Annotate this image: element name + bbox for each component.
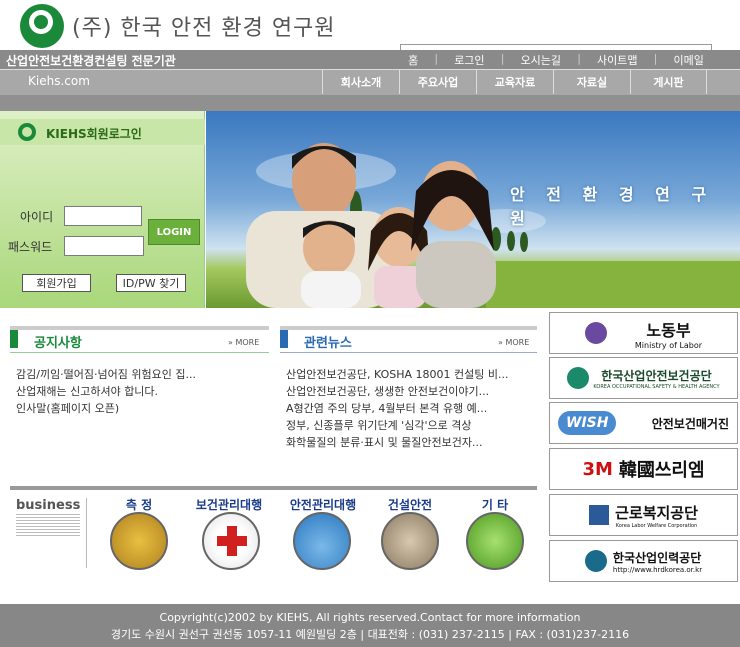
divider bbox=[86, 498, 87, 568]
divider: | bbox=[653, 52, 658, 65]
news-more-link[interactable]: » MORE bbox=[498, 338, 529, 347]
notice-item[interactable]: 산업재해는 신고하셔야 합니다. bbox=[16, 383, 158, 399]
divider: | bbox=[577, 52, 581, 65]
business-etc-label[interactable]: 기 타 bbox=[450, 496, 540, 513]
safety-helmet-icon[interactable] bbox=[293, 512, 351, 570]
util-nav: 홈 | 로그인 | 오시는길 | 사이트맵 | 이메일 bbox=[400, 52, 712, 68]
notice-top-line bbox=[10, 326, 269, 330]
ministry-logo-icon bbox=[584, 322, 607, 344]
tagline: 산업안전보건환경컨설팅 전문기관 bbox=[6, 54, 176, 68]
banner-subtitle: http://www.hrdkorea.or.kr bbox=[612, 565, 703, 574]
news-item[interactable]: A형간염 주의 당부, 4월부터 본격 유행 예... bbox=[286, 400, 487, 416]
logo-icon[interactable] bbox=[20, 4, 64, 48]
notice-item[interactable]: 인사말(홈페이지 오픈) bbox=[16, 400, 119, 416]
pw-input[interactable] bbox=[64, 236, 144, 256]
util-nav-directions[interactable]: 오시는길 bbox=[521, 52, 561, 68]
news-title: 관련뉴스 bbox=[304, 336, 352, 351]
banner-subtitle: KOREA OCCUPATIONAL SAFETY & HEALTH AGENC… bbox=[593, 383, 720, 390]
join-button[interactable]: 회원가입 bbox=[22, 274, 91, 292]
hrdkorea-logo-icon bbox=[584, 550, 607, 572]
divider: | bbox=[500, 52, 505, 65]
measure-icon[interactable] bbox=[110, 512, 168, 570]
banner-title: 한국산업안전보건공단 bbox=[601, 368, 712, 383]
news-top-line bbox=[280, 326, 537, 330]
health-cross-icon[interactable] bbox=[202, 512, 260, 570]
site-name: Kiehs.com bbox=[28, 74, 90, 88]
banner-title: 노동부 bbox=[646, 320, 691, 340]
nav-about[interactable]: 회사소개 bbox=[322, 70, 399, 94]
nav-board[interactable]: 게시판 bbox=[630, 70, 707, 94]
id-label: 아이디 bbox=[20, 210, 54, 224]
kosha-logo-icon bbox=[567, 367, 590, 389]
notice-underline bbox=[10, 352, 269, 353]
news-underline bbox=[280, 352, 537, 353]
banner-subtitle: Korea Labor Welfare Corporation bbox=[615, 522, 698, 529]
footer-address: 경기도 수원시 권선구 권선동 1057-11 예원빌딩 2층 | 대표전화 :… bbox=[110, 628, 630, 641]
banner-subtitle: 3M bbox=[582, 458, 613, 480]
kcomwel-logo-icon bbox=[589, 505, 610, 525]
news-item[interactable]: 화학물질의 분류·표시 및 물질안전보건자... bbox=[286, 434, 483, 450]
nav-business[interactable]: 주요사업 bbox=[399, 70, 476, 94]
notice-title: 공지사항 bbox=[34, 336, 82, 351]
nav-library[interactable]: 자료실 bbox=[553, 70, 630, 94]
notice-more-link[interactable]: » MORE bbox=[228, 338, 259, 347]
banner-subtitle: WISH bbox=[558, 411, 617, 435]
business-measure-label[interactable]: 측 정 bbox=[94, 496, 184, 513]
banner-wish-magazine[interactable]: WISH 안전보건매거진 bbox=[549, 402, 738, 444]
hero-title: 안 전 환 경 연 구 원 bbox=[510, 185, 715, 228]
banner-kosha[interactable]: 한국산업안전보건공단 KOREA OCCUPATIONAL SAFETY & H… bbox=[549, 357, 738, 399]
divider: | bbox=[434, 52, 439, 65]
nav-education[interactable]: 교육자료 bbox=[476, 70, 553, 94]
main-nav: 회사소개 주요사업 교육자료 자료실 게시판 bbox=[322, 70, 707, 94]
business-safety-label[interactable]: 안전관리대행 bbox=[278, 496, 368, 513]
login-button[interactable]: LOGIN bbox=[148, 219, 200, 245]
banner-ministry-of-labor[interactable]: 노동부 Ministry of Labor bbox=[549, 312, 738, 354]
pw-label: 패스워드 bbox=[8, 240, 53, 254]
sub-bar bbox=[0, 95, 740, 111]
news-item[interactable]: 산업안전보건공단, KOSHA 18001 컨설팅 비... bbox=[286, 366, 508, 382]
banner-hrdkorea[interactable]: 한국산업인력공단 http://www.hrdkorea.or.kr bbox=[549, 540, 738, 582]
util-nav-login[interactable]: 로그인 bbox=[454, 52, 484, 68]
util-nav-sitemap[interactable]: 사이트맵 bbox=[597, 52, 637, 68]
business-health-label[interactable]: 보건관리대행 bbox=[184, 496, 274, 513]
notice-marker bbox=[10, 330, 18, 348]
news-item[interactable]: 정부, 신종플루 위기단계 '심각'으로 격상 bbox=[286, 417, 471, 433]
business-title: business bbox=[16, 498, 81, 513]
util-nav-email[interactable]: 이메일 bbox=[674, 52, 704, 68]
news-marker bbox=[280, 330, 288, 348]
leaf-icon[interactable] bbox=[466, 512, 524, 570]
construction-icon[interactable] bbox=[381, 512, 439, 570]
banner-title: 안전보건매거진 bbox=[651, 416, 729, 431]
login-title: KIEHS회원로그인 bbox=[46, 127, 142, 141]
banner-title: 근로복지공단 bbox=[615, 503, 698, 522]
banner-3m[interactable]: 3M 韓國쓰리엠 bbox=[549, 448, 738, 490]
logo-small-icon bbox=[18, 123, 36, 141]
business-stripes bbox=[16, 514, 80, 538]
logo-text[interactable]: (주) 한국 안전 환경 연구원 bbox=[72, 10, 336, 42]
business-top-line bbox=[10, 486, 537, 490]
news-more-label: MORE bbox=[505, 338, 530, 347]
footer-copyright: Copyright(c)2002 by KIEHS, All rights re… bbox=[159, 611, 581, 624]
notice-more-label: MORE bbox=[235, 338, 260, 347]
util-nav-home[interactable]: 홈 bbox=[408, 52, 418, 68]
banner-kcomwel[interactable]: 근로복지공단 Korea Labor Welfare Corporation bbox=[549, 494, 738, 536]
notice-item[interactable]: 감김/끼임·떨어짐·넘어짐 위험요인 집... bbox=[16, 366, 196, 382]
banner-title: 韓國쓰리엠 bbox=[618, 460, 705, 481]
business-construction-label[interactable]: 건설안전 bbox=[365, 496, 455, 513]
news-item[interactable]: 산업안전보건공단, 생생한 안전보건이야기... bbox=[286, 383, 489, 399]
banner-title: 한국산업인력공단 bbox=[612, 550, 702, 565]
find-idpw-button[interactable]: ID/PW 찾기 bbox=[116, 274, 186, 292]
banner-subtitle: Ministry of Labor bbox=[634, 340, 703, 350]
id-input[interactable] bbox=[64, 206, 142, 226]
